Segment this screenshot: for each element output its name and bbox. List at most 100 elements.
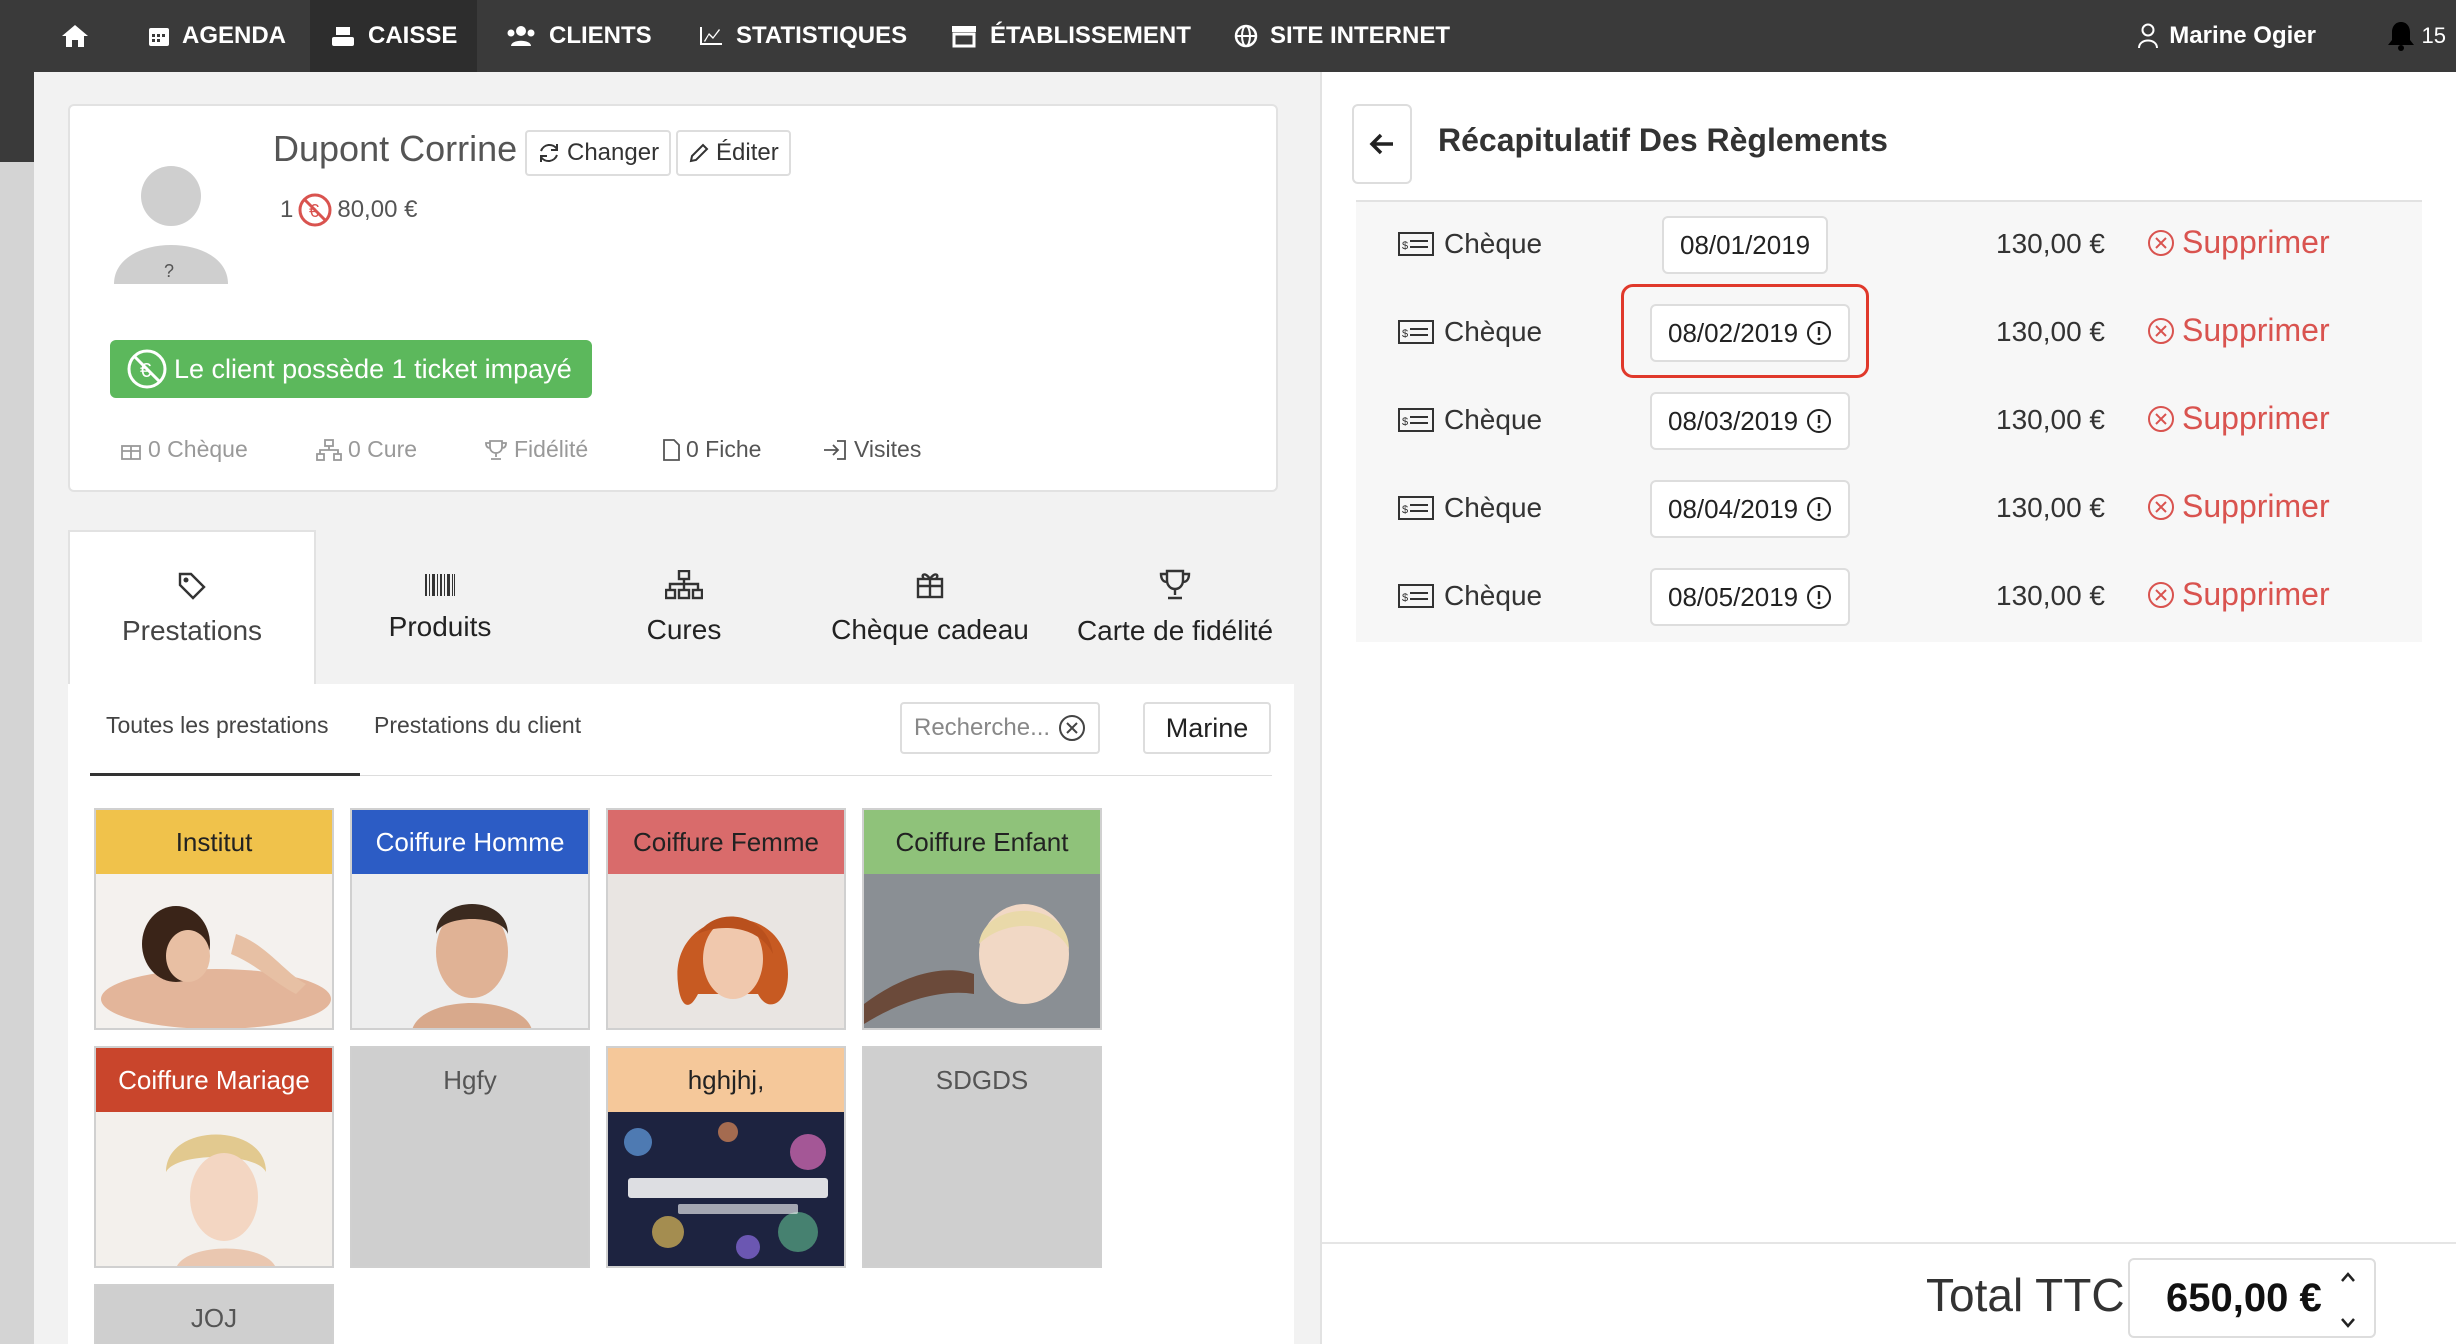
coiffure-femme-photo (608, 874, 844, 1028)
top-navigation-bar: AGENDA CAISSE CLIENTS STATISTIQUES ÉTABL… (0, 0, 2456, 72)
change-client-label: Changer (567, 139, 660, 166)
staff-name: Marine (1165, 712, 1249, 743)
nav-agenda-label: AGENDA (182, 22, 287, 49)
tab-prestations-label: Prestations (121, 614, 263, 646)
category-coiffure-homme[interactable]: Coiffure Homme (350, 808, 590, 1030)
total-value: 650,00 € (2166, 1275, 2322, 1320)
total-input[interactable]: 650,00 € (2128, 1258, 2376, 1338)
delete-payment-button[interactable]: Supprimer (2146, 400, 2330, 437)
delete-payment-label: Supprimer (2182, 312, 2330, 348)
payment-row: $ Chèque 08/02/2019 130,00 € Supprimer (1356, 290, 2422, 378)
nav-agenda[interactable]: AGENDA (148, 0, 286, 72)
search-input[interactable]: Recherche... (900, 702, 1100, 754)
catalog-tabs: Prestations Produits Cures Chèque cadeau… (68, 530, 1294, 685)
category-joj[interactable]: JOJ (94, 1284, 334, 1344)
sitemap-icon (316, 438, 342, 461)
avatar: ? (114, 166, 228, 284)
change-client-button[interactable]: Changer (525, 130, 672, 176)
svg-text:$: $ (1402, 240, 1408, 252)
payment-date-field[interactable]: 08/03/2019 (1650, 392, 1851, 450)
category-joj-header: JOJ (96, 1286, 332, 1344)
category-coiffure-enfant[interactable]: Coiffure Enfant (862, 808, 1102, 1030)
payment-amount: 130,00 € (1996, 580, 2105, 611)
nav-site-internet[interactable]: SITE INTERNET (1234, 0, 1450, 72)
payment-method: $ Chèque (1398, 580, 1542, 612)
bell-icon (2387, 22, 2414, 51)
edit-client-button[interactable]: Éditer (676, 130, 791, 176)
svg-text:€: € (140, 360, 151, 382)
delete-payment-button[interactable]: Supprimer (2146, 224, 2330, 261)
category-institut[interactable]: Institut (94, 808, 334, 1030)
clear-icon[interactable] (1058, 714, 1086, 742)
nav-statistiques[interactable]: STATISTIQUES (698, 0, 907, 72)
staff-selector[interactable]: Marine (1143, 702, 1271, 754)
stat-fidelite[interactable]: Fidélité (484, 436, 588, 463)
payment-method-label: Chèque (1444, 492, 1543, 523)
unpaid-ticket-alert[interactable]: € Le client possède 1 ticket impayé (110, 340, 592, 398)
tab-prestations[interactable]: Prestations (68, 530, 316, 685)
stat-cure[interactable]: 0 Cure (316, 436, 417, 463)
user-menu[interactable]: Marine Ogier (2137, 0, 2316, 72)
no-money-icon: € (298, 193, 332, 227)
store-icon (952, 26, 976, 48)
caret-up-icon[interactable] (2340, 1272, 2356, 1282)
delete-payment-label: Supprimer (2182, 400, 2330, 436)
payment-row: $ Chèque 08/05/2019 130,00 € Supprimer (1356, 554, 2422, 642)
no-money-icon: € (127, 349, 167, 389)
arrow-left-icon (1369, 133, 1393, 155)
delete-payment-button[interactable]: Supprimer (2146, 312, 2330, 349)
svg-text:€: € (309, 201, 319, 221)
category-hgfy[interactable]: Hgfy (350, 1046, 590, 1268)
delete-payment-button[interactable]: Supprimer (2146, 576, 2330, 613)
stat-fiche[interactable]: 0 Fiche (662, 436, 761, 463)
tab-carte-fidelite[interactable]: Carte de fidélité (1056, 530, 1294, 685)
category-sdgds[interactable]: SDGDS (862, 1046, 1102, 1268)
payment-row: $ Chèque 08/04/2019 130,00 € Supprimer (1356, 466, 2422, 554)
info-icon[interactable] (1806, 408, 1832, 434)
svg-text:$: $ (1402, 416, 1408, 428)
nav-clients-label: CLIENTS (549, 22, 652, 49)
home-button[interactable] (60, 0, 90, 72)
stat-visites[interactable]: Visites (822, 436, 921, 463)
refresh-icon (540, 144, 558, 162)
tab-cures[interactable]: Cures (564, 530, 804, 685)
category-hghjhj[interactable]: hghjhj, (606, 1046, 846, 1268)
svg-text:$: $ (1402, 328, 1408, 340)
back-button[interactable] (1352, 104, 1412, 184)
delete-payment-button[interactable]: Supprimer (2146, 488, 2330, 525)
coiffure-homme-photo (352, 874, 588, 1028)
category-coiffure-homme-header: Coiffure Homme (352, 810, 588, 874)
unpaid-count: 1 (280, 196, 294, 223)
nav-clients[interactable]: CLIENTS (505, 0, 652, 72)
payment-method-label: Chèque (1444, 316, 1543, 347)
payment-date-field[interactable]: 08/01/2019 (1662, 216, 1829, 274)
nav-caisse[interactable]: CAISSE (310, 0, 478, 72)
tab-carte-fidelite-label: Carte de fidélité (1076, 614, 1274, 646)
payment-amount: 130,00 € (1996, 404, 2105, 435)
stat-cure-label: 0 Cure (348, 436, 418, 462)
payment-row: $ Chèque 08/03/2019 130,00 € Supprimer (1356, 378, 2422, 466)
tab-produits[interactable]: Produits (316, 530, 564, 685)
notifications-button[interactable]: 15 (2386, 0, 2446, 72)
nav-caisse-label: CAISSE (368, 22, 458, 49)
category-coiffure-femme[interactable]: Coiffure Femme (606, 808, 846, 1030)
subtab-client-prestations[interactable]: Prestations du client (374, 712, 581, 739)
nav-etablissement[interactable]: ÉTABLISSEMENT (950, 0, 1191, 72)
info-icon[interactable] (1806, 496, 1832, 522)
nav-etablissement-label: ÉTABLISSEMENT (990, 22, 1191, 49)
stat-cheque[interactable]: 0 Chèque (120, 436, 248, 463)
info-icon[interactable] (1806, 584, 1832, 610)
caret-down-icon[interactable] (2340, 1318, 2356, 1328)
chart-icon (700, 27, 722, 45)
subtab-all-prestations[interactable]: Toutes les prestations (106, 712, 328, 739)
tab-cures-label: Cures (646, 613, 722, 645)
payment-date-field[interactable]: 08/04/2019 (1650, 480, 1851, 538)
tab-cheque-cadeau[interactable]: Chèque cadeau (804, 530, 1056, 685)
tab-produits-label: Produits (388, 610, 492, 642)
close-circle-icon (2148, 317, 2174, 344)
unpaid-amount: 80,00 € (337, 196, 418, 223)
total-stepper[interactable] (2338, 1272, 2358, 1328)
payment-date-field[interactable]: 08/05/2019 (1650, 568, 1851, 626)
category-coiffure-mariage[interactable]: Coiffure Mariage (94, 1046, 334, 1268)
coiffure-mariage-photo (96, 1112, 332, 1266)
